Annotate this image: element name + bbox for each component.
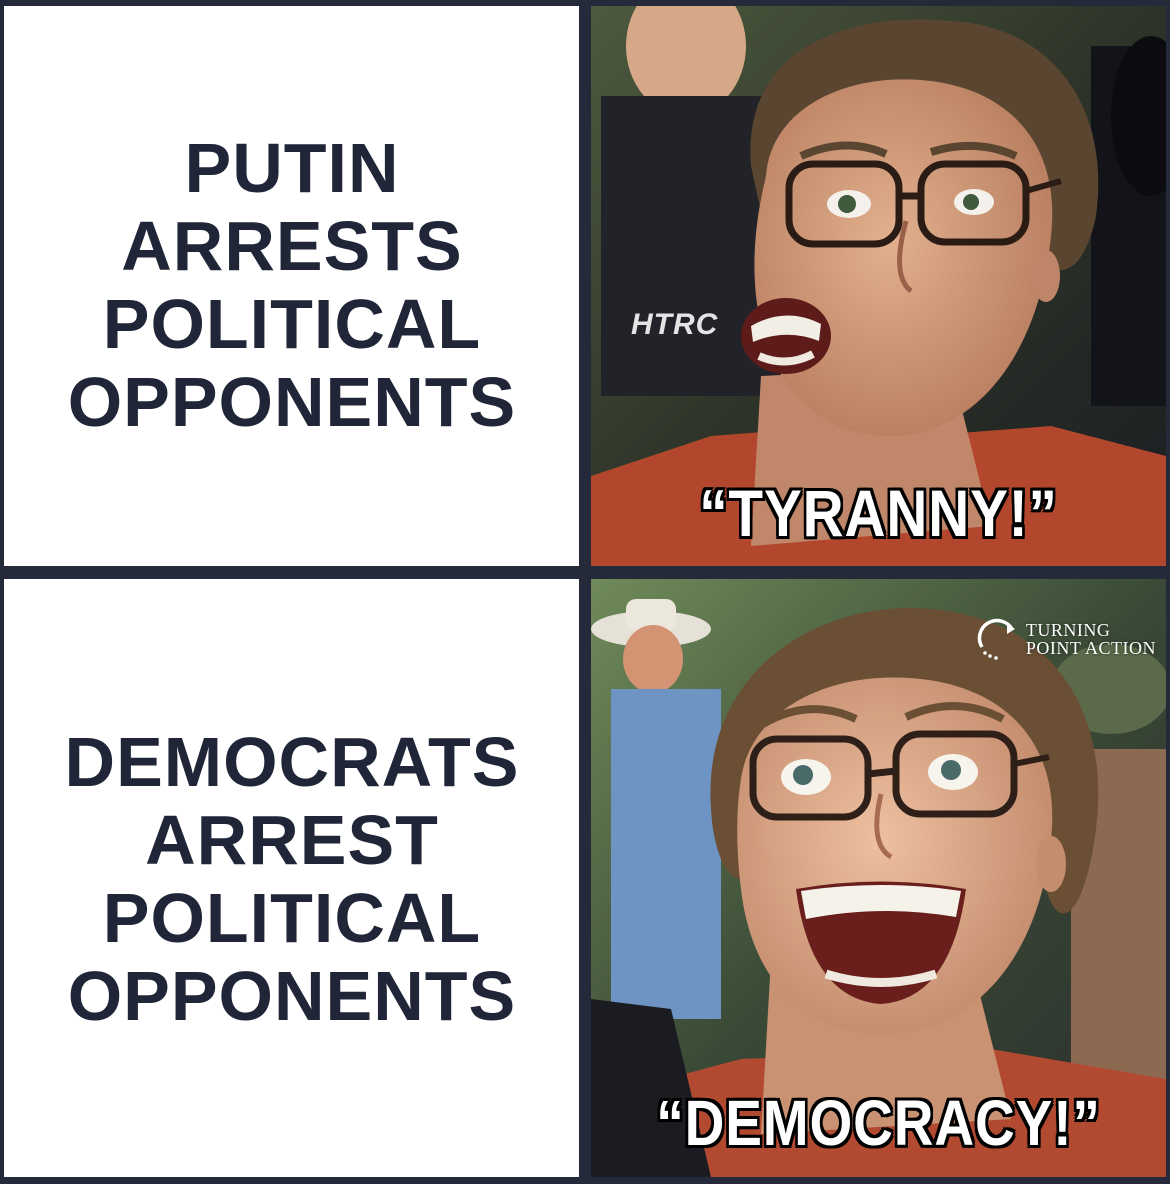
vertical-divider: [579, 0, 591, 1184]
top-caption: “TYRANNY!”: [699, 476, 1058, 550]
turning-point-action-watermark: TURNING POINT ACTION: [976, 617, 1156, 661]
frame-right-border: [1166, 0, 1170, 1184]
bottom-caption: “DEMOCRACY!”: [656, 1087, 1101, 1159]
meme-grid: PUTIN ARRESTS POLITICAL OPPONENTS HTRC “…: [0, 0, 1170, 1184]
watermark-line-2: POINT ACTION: [1025, 638, 1156, 658]
top-statement: PUTIN ARRESTS POLITICAL OPPONENTS: [67, 129, 517, 441]
bottom-reaction-photo: TURNING POINT ACTION “DEMOCRACY!”: [591, 579, 1166, 1177]
frame-left-border: [0, 0, 4, 1184]
bottom-statement: DEMOCRATS ARREST POLITICAL OPPONENTS: [64, 722, 520, 1035]
turning-point-arrow-icon: [976, 617, 1020, 661]
horizontal-divider: [0, 566, 1170, 579]
top-reaction-photo: HTRC “TYRANNY!”: [591, 6, 1166, 566]
shirt-text: HTRC: [631, 308, 719, 341]
watermark-line-1: TURNING: [1025, 620, 1111, 640]
